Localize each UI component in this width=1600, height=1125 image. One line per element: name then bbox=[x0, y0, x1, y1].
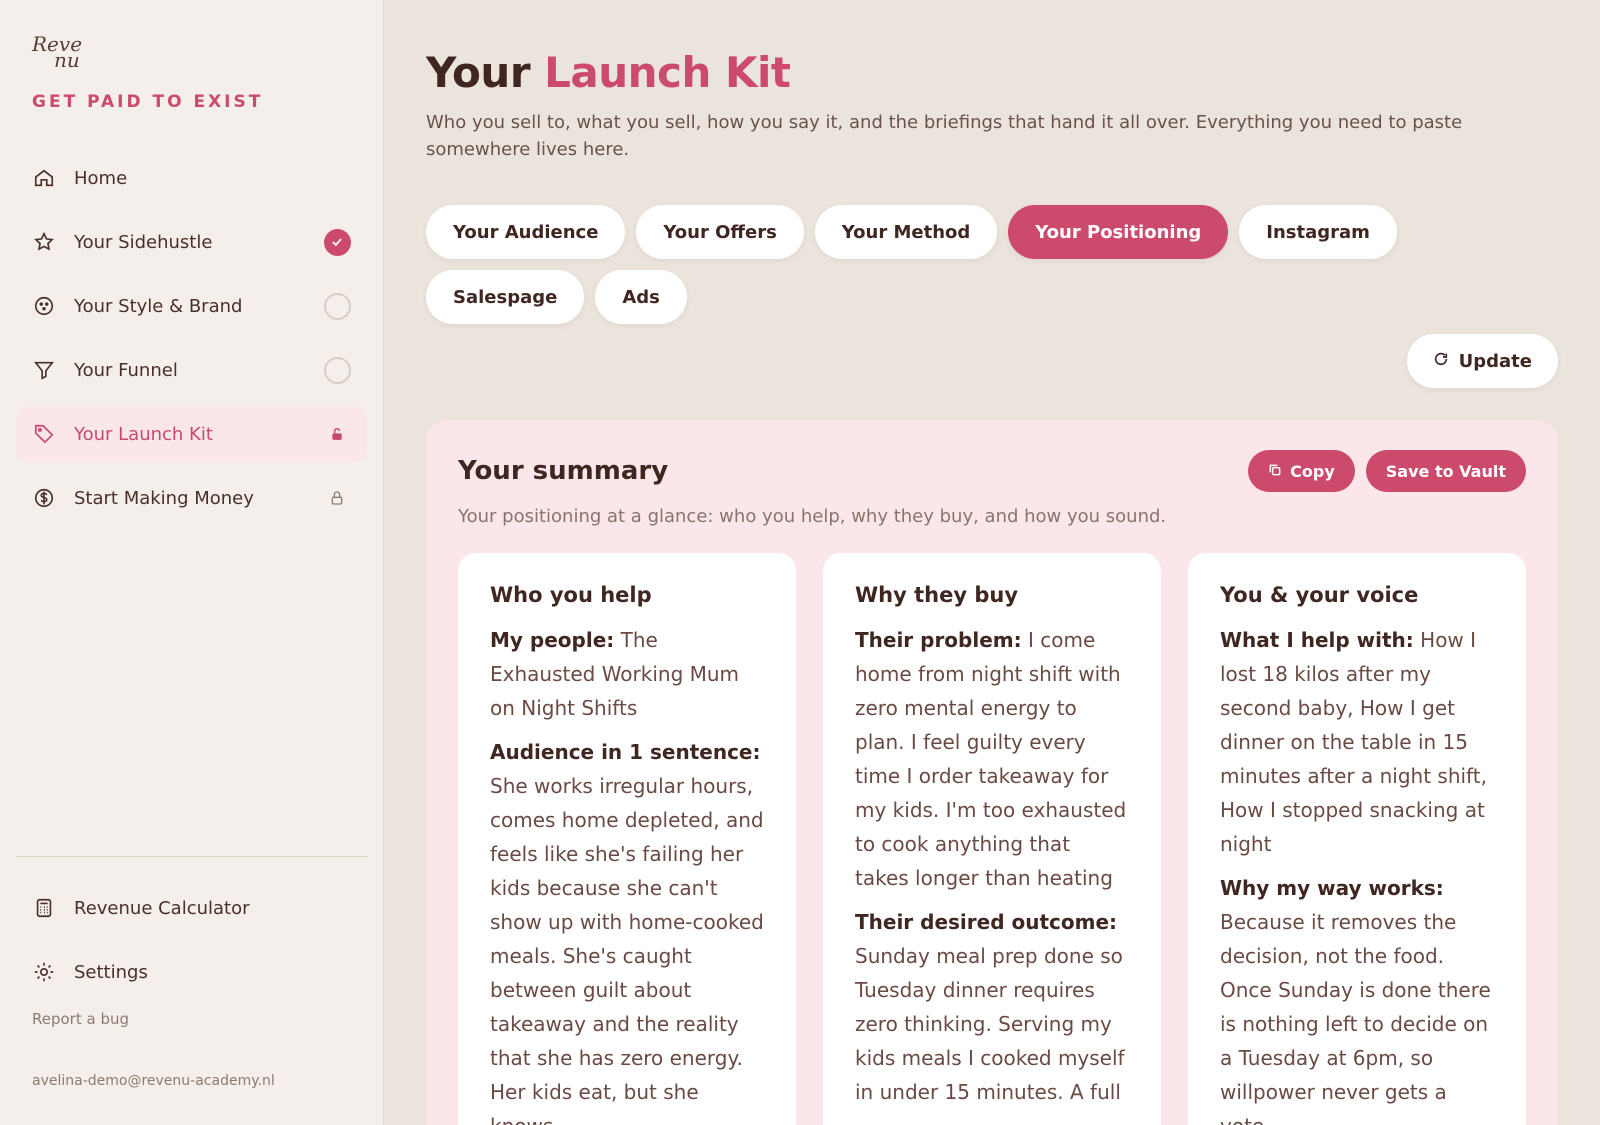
tab-your-audience[interactable]: Your Audience bbox=[426, 205, 626, 259]
copy-button[interactable]: Copy bbox=[1248, 450, 1355, 492]
card-title: You & your voice bbox=[1220, 583, 1419, 607]
user-email: avelina-demo@revenu-academy.nl bbox=[32, 1073, 275, 1089]
sidebar-item-revenue-calculator[interactable]: Revenue Calculator bbox=[16, 880, 367, 936]
tab-your-positioning[interactable]: Your Positioning bbox=[1008, 205, 1229, 259]
page-subtitle: Who you sell to, what you sell, how you … bbox=[426, 112, 1463, 160]
sidebar-item-label: Settings bbox=[74, 961, 148, 983]
palette-icon bbox=[32, 294, 56, 318]
refresh-icon bbox=[1433, 351, 1449, 372]
summary-title: Your summary bbox=[458, 456, 669, 486]
field-key: My people: bbox=[490, 628, 615, 652]
sidebar-item-label: Your Funnel bbox=[74, 359, 178, 381]
summary-panel: Your summary Copy Save to Vault Your pos… bbox=[426, 420, 1558, 1125]
card-you-and-your-voice: You & your voice What I help with: How I… bbox=[1188, 553, 1526, 1125]
tab-your-method[interactable]: Your Method bbox=[814, 205, 998, 259]
tag-icon bbox=[32, 422, 56, 446]
sidebar-item-label: Revenue Calculator bbox=[74, 897, 250, 919]
field-value: How I lost 18 kilos after my second baby… bbox=[1220, 628, 1487, 856]
card-why-they-buy: Why they buy Their problem: I come home … bbox=[823, 553, 1161, 1125]
sidebar-item-label: Your Sidehustle bbox=[74, 231, 213, 253]
card-field: Their desired outcome: Sunday meal prep … bbox=[855, 905, 1129, 1109]
funnel-icon bbox=[32, 358, 56, 382]
sidebar-item-launch-kit[interactable]: Your Launch Kit bbox=[16, 406, 367, 462]
sidebar-item-label: Your Style & Brand bbox=[74, 295, 243, 317]
sidebar-item-start-making-money[interactable]: Start Making Money bbox=[16, 470, 367, 526]
field-value: She works irregular hours, comes home de… bbox=[490, 774, 764, 1125]
copy-label: Copy bbox=[1290, 461, 1335, 481]
tagline: GET PAID TO EXIST bbox=[32, 92, 264, 112]
save-to-vault-button[interactable]: Save to Vault bbox=[1365, 450, 1526, 492]
main-content: Your Launch Kit Who you sell to, what yo… bbox=[384, 0, 1600, 1125]
dollar-icon bbox=[32, 486, 56, 510]
update-button[interactable]: Update bbox=[1406, 334, 1558, 388]
unlock-icon bbox=[323, 420, 351, 448]
calculator-icon bbox=[32, 896, 56, 920]
sidebar-item-home[interactable]: Home bbox=[16, 150, 367, 206]
complete-check-icon bbox=[323, 228, 351, 256]
field-key: Their desired outcome: bbox=[855, 910, 1118, 934]
card-field: What I help with: How I lost 18 kilos af… bbox=[1220, 623, 1494, 861]
update-row: Update bbox=[426, 334, 1558, 388]
copy-icon bbox=[1268, 462, 1282, 481]
logo-line-1: Reve bbox=[32, 32, 83, 56]
field-value: Sunday meal prep done so Tuesday dinner … bbox=[855, 944, 1125, 1104]
card-field: My people: The Exhausted Working Mum on … bbox=[490, 623, 764, 725]
sidebar-item-funnel[interactable]: Your Funnel bbox=[16, 342, 367, 398]
update-label: Update bbox=[1458, 350, 1532, 372]
tab-your-offers[interactable]: Your Offers bbox=[636, 205, 804, 259]
card-field: Audience in 1 sentence: She works irregu… bbox=[490, 735, 764, 1125]
star-icon bbox=[32, 230, 56, 254]
sidebar-item-label: Home bbox=[74, 167, 128, 189]
sidebar-item-settings[interactable]: Settings bbox=[16, 944, 367, 1000]
sidebar-bottom-nav: Revenue Calculator Settings Report a bug bbox=[16, 880, 367, 1029]
tab-bar: Your Audience Your Offers Your Method Yo… bbox=[426, 205, 1526, 324]
lock-icon bbox=[323, 484, 351, 512]
page-title: Your Launch Kit bbox=[426, 48, 1558, 97]
incomplete-circle-icon bbox=[323, 292, 351, 320]
field-value: Because it removes the decision, not the… bbox=[1220, 910, 1491, 1125]
field-value: I come home from night shift with zero m… bbox=[855, 628, 1127, 890]
sidebar-item-style-brand[interactable]: Your Style & Brand bbox=[16, 278, 367, 334]
gear-icon bbox=[32, 960, 56, 984]
page-title-accent: Launch Kit bbox=[544, 48, 791, 97]
summary-cards: Who you help My people: The Exhausted Wo… bbox=[458, 553, 1526, 1125]
card-title: Why they buy bbox=[855, 583, 1019, 607]
sidebar-item-label: Your Launch Kit bbox=[74, 423, 213, 445]
field-key: Audience in 1 sentence: bbox=[490, 740, 761, 764]
summary-subtitle: Your positioning at a glance: who you he… bbox=[458, 506, 1167, 527]
sidebar: Reve nu GET PAID TO EXIST Home Your Side… bbox=[0, 0, 384, 1125]
sidebar-item-label: Start Making Money bbox=[74, 487, 254, 509]
logo-line-2: nu bbox=[54, 48, 80, 72]
sidebar-nav: Home Your Sidehustle Your Style & Brand … bbox=[16, 150, 367, 526]
sidebar-divider bbox=[16, 856, 367, 857]
field-key: What I help with: bbox=[1220, 628, 1414, 652]
card-title: Who you help bbox=[490, 583, 652, 607]
incomplete-circle-icon bbox=[323, 356, 351, 384]
card-field: Their problem: I come home from night sh… bbox=[855, 623, 1129, 895]
logo: Reve nu bbox=[16, 32, 367, 72]
card-who-you-help: Who you help My people: The Exhausted Wo… bbox=[458, 553, 796, 1125]
tab-salespage[interactable]: Salespage bbox=[426, 270, 585, 324]
field-key: Their problem: bbox=[855, 628, 1022, 652]
page-title-plain: Your bbox=[426, 48, 531, 97]
tab-instagram[interactable]: Instagram bbox=[1239, 205, 1397, 259]
report-bug-link[interactable]: Report a bug bbox=[16, 1010, 367, 1028]
card-field: Why my way works: Because it removes the… bbox=[1220, 871, 1494, 1125]
tab-ads[interactable]: Ads bbox=[595, 270, 687, 324]
field-key: Why my way works: bbox=[1220, 876, 1444, 900]
home-icon bbox=[32, 166, 56, 190]
sidebar-item-sidehustle[interactable]: Your Sidehustle bbox=[16, 214, 367, 270]
